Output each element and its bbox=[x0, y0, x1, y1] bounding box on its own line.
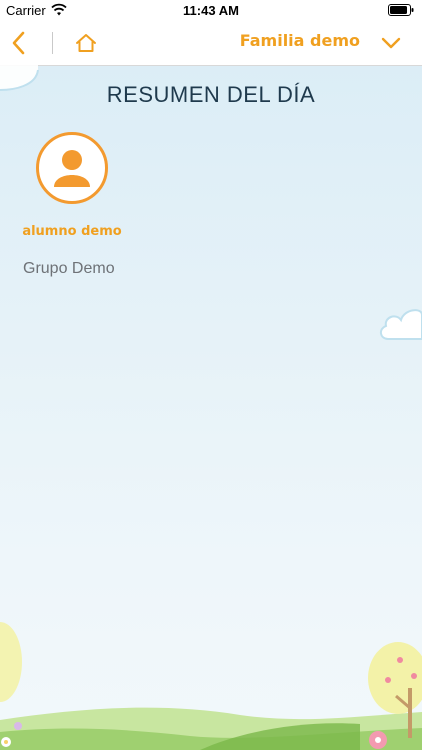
clock-time: 11:43 AM bbox=[183, 3, 239, 18]
chevron-down-icon[interactable] bbox=[380, 33, 402, 53]
person-icon bbox=[54, 150, 90, 187]
avatar[interactable] bbox=[36, 132, 108, 204]
battery-icon bbox=[388, 4, 414, 16]
student-card[interactable]: alumno demo Grupo Demo bbox=[16, 130, 146, 290]
page-title: RESUMEN DEL DÍA bbox=[106, 82, 316, 107]
cloud-decoration bbox=[380, 309, 422, 340]
home-icon[interactable] bbox=[74, 31, 98, 55]
navigation-bar: Familia demo bbox=[0, 22, 422, 66]
status-bar: Carrier 11:43 AM bbox=[0, 0, 422, 22]
meadow-decoration bbox=[0, 622, 422, 750]
family-selector-label[interactable]: Familia demo bbox=[240, 31, 360, 50]
group-name: Grupo Demo bbox=[23, 260, 115, 277]
back-chevron-icon[interactable] bbox=[8, 30, 32, 56]
student-name[interactable]: alumno demo bbox=[16, 224, 128, 239]
nav-divider bbox=[52, 32, 53, 54]
